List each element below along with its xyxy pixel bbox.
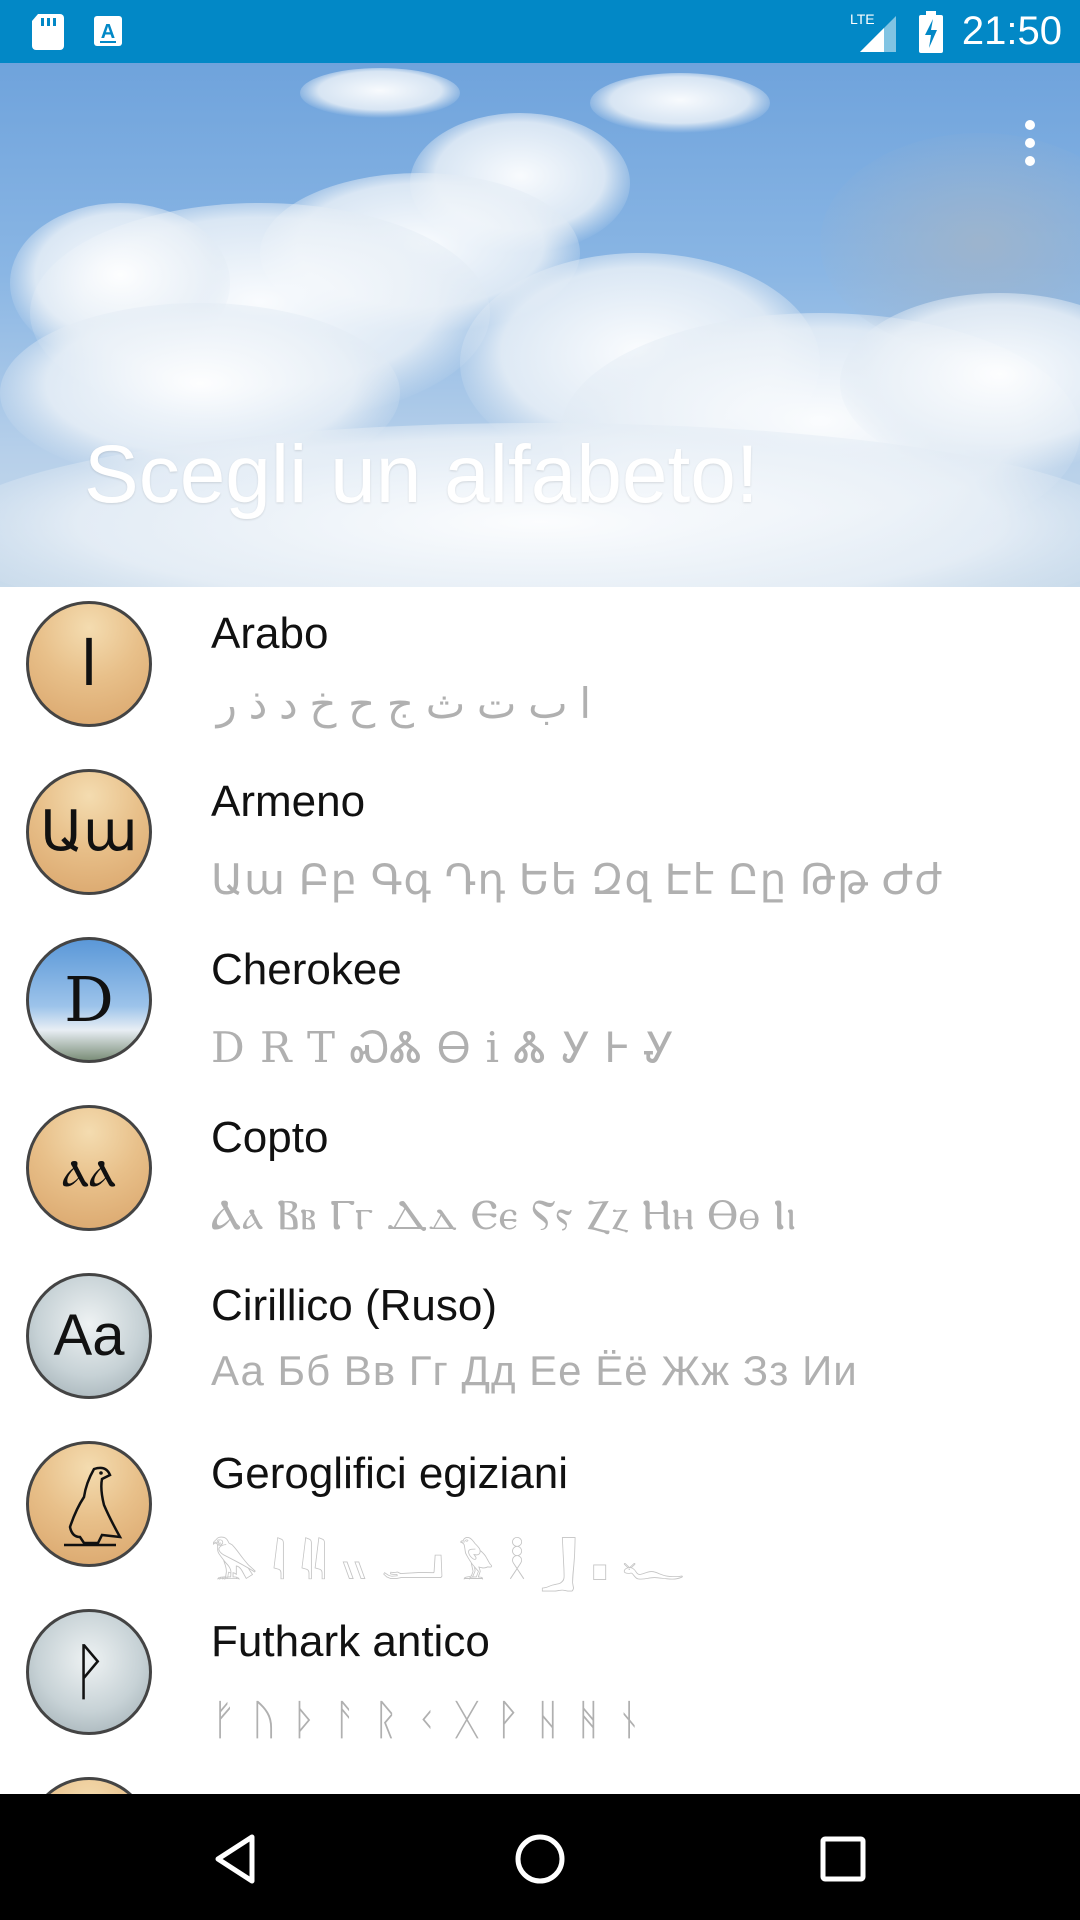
avatar-glyph: Aa bbox=[53, 1303, 125, 1368]
back-button[interactable] bbox=[200, 1824, 270, 1894]
alphabet-name: Cherokee bbox=[211, 945, 402, 994]
avatar-glyph: ᚹ bbox=[70, 1635, 108, 1708]
alphabet-sample: Ⲁⲁ Ⲃⲃ Ⲅⲅ Ⲇⲇ Ⲉⲉ Ⲋⲋ Ⲍⲍ Ⲏⲏ Ⲑⲑ Ⲓⲓ bbox=[211, 1191, 798, 1238]
list-item-copto[interactable]: ⲁⲁ Copto Ⲁⲁ Ⲃⲃ Ⲅⲅ Ⲇⲇ Ⲉⲉ Ⲋⲋ Ⲍⲍ Ⲏⲏ Ⲑⲑ Ⲓⲓ bbox=[0, 1091, 1080, 1259]
alphabet-sample: ا ب ت ث ج ح خ د ذ ر bbox=[216, 680, 591, 727]
avatar: D bbox=[26, 937, 152, 1063]
avatar bbox=[26, 1441, 152, 1567]
more-vert-icon-dot bbox=[1025, 138, 1035, 148]
list-item-partial[interactable] bbox=[0, 1763, 1080, 1794]
page-title: Scegli un alfabeto! bbox=[84, 429, 759, 520]
recents-icon bbox=[820, 1836, 866, 1882]
network-label: LTE bbox=[850, 11, 875, 27]
list-item-geroglifici[interactable]: Geroglifici egiziani 𓅃 𓇋 𓇌 𓏭 𓂝 𓅱 𓎛 𓃀 𓊪 𓆑 bbox=[0, 1427, 1080, 1595]
overflow-menu-button[interactable] bbox=[1000, 103, 1060, 183]
alphabet-name: Futhark antico bbox=[211, 1617, 490, 1666]
list-item-armeno[interactable]: Աա Armeno Աա Բբ Գգ Դդ Եե Զզ Էէ Ըը Թթ Ժժ bbox=[0, 755, 1080, 923]
navigation-bar bbox=[0, 1794, 1080, 1920]
avatar: Aa bbox=[26, 1273, 152, 1399]
status-bar: A LTE 21:50 bbox=[0, 0, 1080, 63]
signal-icon: LTE bbox=[850, 11, 896, 52]
avatar: ᚹ bbox=[26, 1609, 152, 1735]
alphabet-sample: Аа Бб Вв Гг Дд Ее Ёё Жж Зз Ии bbox=[211, 1347, 858, 1394]
home-button[interactable] bbox=[505, 1824, 575, 1894]
list-item-futhark[interactable]: ᚹ Futhark antico ᚠ ᚢ ᚦ ᚨ ᚱ ᚲ ᚷ ᚹ ᚺ ᚻ ᚾ bbox=[0, 1595, 1080, 1763]
recents-button[interactable] bbox=[808, 1824, 878, 1894]
more-vert-icon-dot bbox=[1025, 156, 1035, 166]
sd-card-icon bbox=[32, 14, 64, 50]
list-item-arabo[interactable]: ا Arabo ا ب ت ث ج ح خ د ذ ر bbox=[0, 587, 1080, 755]
alphabet-sample: ᚠ ᚢ ᚦ ᚨ ᚱ ᚲ ᚷ ᚹ ᚺ ᚻ ᚾ bbox=[211, 1695, 643, 1744]
avatar: ا bbox=[26, 601, 152, 727]
avatar: Աա bbox=[26, 769, 152, 895]
more-vert-icon bbox=[1025, 120, 1035, 130]
alphabet-name: Copto bbox=[211, 1113, 329, 1162]
avatar bbox=[26, 1777, 152, 1794]
avatar-glyph: D bbox=[64, 963, 114, 1036]
avatar-glyph: Աա bbox=[40, 799, 138, 864]
alphabet-name: Armeno bbox=[211, 777, 366, 826]
list-item-cirillico[interactable]: Aa Cirillico (Ruso) Аа Бб Вв Гг Дд Ее Ёё… bbox=[0, 1259, 1080, 1427]
alphabet-sample: Աա Բբ Գգ Դդ Եե Զզ Էէ Ըը Թթ Ժժ bbox=[211, 856, 943, 903]
avatar-glyph: ⲁⲁ bbox=[62, 1136, 116, 1199]
alphabet-name: Arabo bbox=[211, 609, 329, 658]
alphabet-sample: D R T ᏍᏜ Ꮎ i Ꮬ Ꭹ Ꮀ Ꮍ bbox=[211, 1023, 676, 1072]
alphabet-sample: 𓅃 𓇋 𓇌 𓏭 𓂝 𓅱 𓎛 𓃀 𓊪 𓆑 bbox=[211, 1541, 686, 1588]
battery-charging-icon bbox=[918, 10, 943, 53]
status-time: 21:50 bbox=[961, 9, 1062, 53]
avatar: ⲁⲁ bbox=[26, 1105, 152, 1231]
svg-text:A: A bbox=[101, 21, 115, 43]
keyboard-icon: A bbox=[94, 16, 122, 46]
back-icon bbox=[215, 1834, 255, 1884]
home-icon bbox=[515, 1834, 565, 1884]
alphabet-name: Cirillico (Ruso) bbox=[211, 1281, 498, 1330]
alphabet-list[interactable]: ا Arabo ا ب ت ث ج ح خ د ذ ر Աա Armeno Աա… bbox=[0, 587, 1080, 1794]
falcon-hieroglyph-icon bbox=[64, 1466, 123, 1547]
list-item-cherokee[interactable]: D Cherokee D R T ᏍᏜ Ꮎ i Ꮬ Ꭹ Ꮀ Ꮍ bbox=[0, 923, 1080, 1091]
header-banner: Scegli un alfabeto! bbox=[0, 63, 1080, 587]
avatar-glyph: ا bbox=[80, 627, 98, 700]
alphabet-name: Geroglifici egiziani bbox=[211, 1449, 569, 1498]
